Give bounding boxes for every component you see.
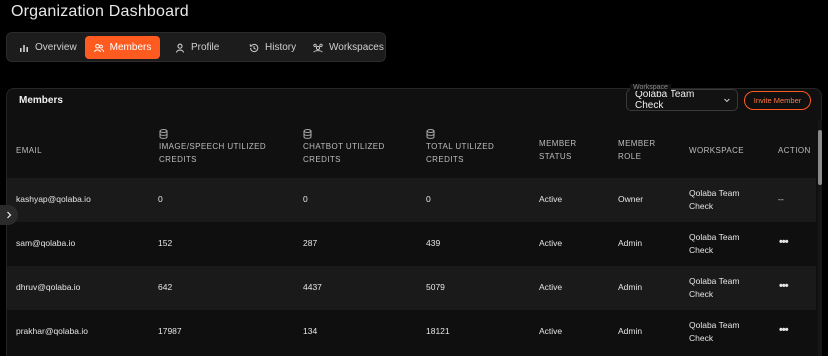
tab-history[interactable]: History — [249, 36, 309, 59]
image-credits-value: 152 — [158, 238, 173, 248]
users-icon — [93, 43, 104, 52]
member-role: Admin — [618, 326, 643, 336]
member-email: sam@qolaba.io — [16, 238, 76, 248]
members-title: Members — [19, 95, 63, 106]
column-email[interactable]: EMAIL — [16, 144, 42, 157]
database-icon — [303, 129, 312, 139]
more-actions-button[interactable]: ••• — [779, 236, 789, 249]
image-credits-value: 0 — [158, 194, 163, 204]
chatbot-credits-value: 134 — [303, 326, 318, 336]
tab-profile-label: Profile — [191, 42, 220, 53]
more-actions-button[interactable]: ••• — [779, 280, 789, 293]
member-workspace: Qolaba Team Check — [689, 232, 740, 255]
chevron-down-icon — [724, 98, 730, 103]
image-credits-value: 17987 — [158, 326, 182, 336]
chatbot-credits-value: 287 — [303, 238, 318, 248]
action-placeholder: -- — [778, 194, 784, 204]
tab-workspaces[interactable]: Workspaces — [313, 36, 385, 59]
total-credits-value: 439 — [426, 238, 441, 248]
table-row: kashyap@qolaba.io 0 0 0 Active Owner Qol… — [7, 178, 816, 222]
tab-members[interactable]: Members — [85, 36, 160, 59]
tab-workspaces-label: Workspaces — [329, 42, 384, 53]
total-credits-value: 5079 — [426, 282, 445, 292]
more-actions-button[interactable]: ••• — [779, 324, 789, 337]
workspace-select[interactable]: Qolaba Team Check — [626, 89, 738, 111]
member-status: Active — [539, 326, 563, 336]
workspace-label: Workspace — [630, 84, 671, 91]
column-image-credits[interactable]: IMAGE/SPEECH UTILIZED CREDITS — [159, 129, 279, 166]
tab-bar: Overview Members Profile History Workspa… — [6, 32, 386, 62]
column-status[interactable]: MEMBER STATUS — [539, 137, 589, 163]
tab-profile[interactable]: Profile — [175, 36, 235, 59]
table-row: dhruv@qolaba.io 642 4437 5079 Active Adm… — [7, 266, 816, 310]
table-header: EMAIL IMAGE/SPEECH UTILIZED CREDITS CHAT… — [6, 120, 816, 178]
tab-members-label: Members — [109, 42, 152, 53]
chevron-right-icon — [7, 211, 12, 219]
total-credits-value: 18121 — [426, 326, 450, 336]
tab-overview[interactable]: Overview — [19, 36, 87, 59]
column-chatbot-credits-label: CHATBOT UTILIZED CREDITS — [303, 142, 385, 164]
workspace-select-value: Qolaba Team Check — [635, 89, 695, 111]
table-row: prakhar@qolaba.io 17987 134 18121 Active… — [7, 310, 816, 356]
member-role: Admin — [618, 238, 643, 248]
member-status: Active — [539, 282, 563, 292]
column-total-credits[interactable]: TOTAL UTILIZED CREDITS — [426, 129, 506, 166]
member-email: dhruv@qolaba.io — [16, 282, 81, 292]
column-action[interactable]: ACTION — [778, 144, 811, 157]
member-email: prakhar@qolaba.io — [16, 326, 88, 336]
column-total-credits-label: TOTAL UTILIZED CREDITS — [426, 142, 495, 164]
image-credits-value: 642 — [158, 282, 173, 292]
total-credits-value: 0 — [426, 194, 431, 204]
member-email: kashyap@qolaba.io — [16, 194, 91, 204]
tab-history-label: History — [265, 42, 297, 53]
user-icon — [175, 43, 185, 53]
invite-member-button[interactable]: Invite Member — [744, 91, 811, 110]
chatbot-credits-value: 0 — [303, 194, 308, 204]
member-role: Admin — [618, 282, 643, 292]
chatbot-credits-value: 4437 — [303, 282, 322, 292]
column-image-credits-label: IMAGE/SPEECH UTILIZED CREDITS — [159, 142, 267, 164]
column-chatbot-credits[interactable]: CHATBOT UTILIZED CREDITS — [303, 129, 393, 166]
workspaces-icon — [313, 43, 323, 52]
table-row: sam@qolaba.io 152 287 439 Active Admin Q… — [7, 222, 816, 266]
tab-overview-label: Overview — [35, 42, 77, 53]
history-icon — [249, 43, 259, 52]
member-workspace: Qolaba Team Check — [689, 276, 740, 299]
member-role: Owner — [618, 194, 644, 204]
page-title: Organization Dashboard — [11, 3, 189, 20]
column-role[interactable]: MEMBER ROLE — [618, 137, 662, 163]
member-status: Active — [539, 238, 563, 248]
database-icon — [159, 129, 168, 139]
member-workspace: Qolaba Team Check — [689, 320, 740, 343]
scrollbar-thumb[interactable] — [818, 130, 822, 185]
member-workspace: Qolaba Team Check — [689, 188, 740, 211]
member-status: Active — [539, 194, 563, 204]
bar-chart-icon — [20, 44, 28, 52]
column-workspace[interactable]: WORKSPACE — [689, 144, 744, 157]
database-icon — [426, 129, 435, 139]
